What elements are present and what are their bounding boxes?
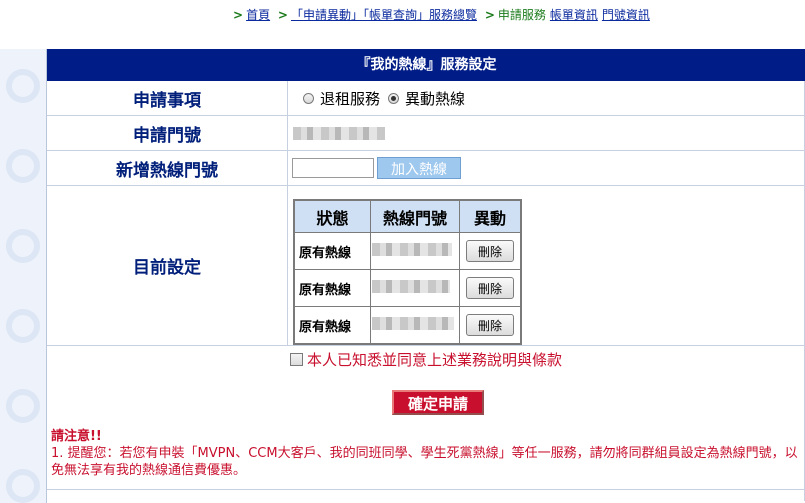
- delete-hotline-button[interactable]: 刪除: [466, 277, 514, 299]
- breadcrumb: > 首頁 > 「申請異動」「帳單查詢」服務總覽 > 申請服務 帳單資訊 門號資訊: [233, 6, 654, 24]
- breadcrumb-service-overview-link[interactable]: 「申請異動」「帳單查詢」服務總覽: [291, 8, 477, 22]
- agree-terms[interactable]: 本人已知悉並同意上述業務說明與條款: [47, 349, 805, 370]
- side-decoration: [0, 49, 47, 503]
- logo-watermark-icon: [6, 229, 40, 263]
- table-row: 原有熱線 刪除: [295, 307, 520, 343]
- breadcrumb-number-info-link[interactable]: 門號資訊: [602, 8, 650, 22]
- current-setting-row: 目前設定 狀態 熱線門號 異動 原有熱線 刪除 原有熱線 刪除 原有熱線 刪除: [47, 186, 805, 346]
- table-row: 原有熱線 刪除: [295, 233, 520, 269]
- delete-hotline-button[interactable]: 刪除: [466, 314, 514, 336]
- hotline-number-input[interactable]: [292, 158, 374, 178]
- logo-watermark-icon: [6, 469, 40, 503]
- logo-watermark-icon: [6, 309, 40, 343]
- apply-number-row: 申請門號: [47, 116, 805, 151]
- submit-application-button[interactable]: 確定申請: [392, 390, 484, 415]
- hotline-status: 原有熱線: [295, 270, 370, 306]
- agree-terms-text: 本人已知悉並同意上述業務說明與條款: [306, 351, 562, 369]
- form-title: 『我的熱線』服務設定: [47, 49, 805, 81]
- radio-button-selected-icon[interactable]: [388, 92, 400, 104]
- hotline-settings-form: 『我的熱線』服務設定 申請事項 退租服務 異動熱線 申請門號 新增熱線門號 加入…: [46, 49, 805, 503]
- logo-watermark-icon: [6, 389, 40, 423]
- logo-watermark-icon: [6, 69, 40, 103]
- radio-terminate-service[interactable]: 退租服務: [303, 88, 380, 109]
- checkbox-icon[interactable]: [289, 353, 303, 366]
- notice-title: 請注意!!: [51, 429, 102, 444]
- breadcrumb-current: 申請服務: [497, 8, 546, 22]
- apply-number-label: 申請門號: [47, 116, 288, 150]
- table-header-action: 異動: [460, 201, 520, 232]
- table-header-hotline-number: 熱線門號: [371, 201, 459, 232]
- radio-change-hotline[interactable]: 異動熱線: [388, 88, 465, 109]
- add-hotline-button[interactable]: 加入熱線: [377, 157, 461, 179]
- add-hotline-row: 新增熱線門號 加入熱線: [47, 151, 805, 186]
- table-row: 原有熱線 刪除: [295, 270, 520, 306]
- chevron-right-icon: >: [277, 8, 288, 22]
- current-setting-label: 目前設定: [47, 186, 288, 345]
- add-hotline-label: 新增熱線門號: [47, 151, 288, 185]
- notice-box: 請注意!! 1. 提醒您：若您有申裝「MVPN、CCM大客戶、我的同班同學、學生…: [51, 428, 801, 479]
- hotline-status: 原有熱線: [295, 307, 370, 343]
- hotline-status: 原有熱線: [295, 233, 370, 269]
- redacted-phone-number: [372, 279, 450, 293]
- radio-button-icon[interactable]: [303, 92, 314, 104]
- delete-hotline-button[interactable]: 刪除: [466, 240, 514, 262]
- notice-text: 1. 提醒您：若您有申裝「MVPN、CCM大客戶、我的同班同學、學生死黨熱線」等…: [51, 446, 798, 478]
- apply-item-label: 申請事項: [47, 81, 288, 115]
- hotline-table: 狀態 熱線門號 異動 原有熱線 刪除 原有熱線 刪除 原有熱線 刪除: [293, 199, 522, 345]
- redacted-phone-number: [293, 126, 385, 140]
- logo-watermark-icon: [6, 149, 40, 183]
- apply-item-row: 申請事項 退租服務 異動熱線: [47, 81, 805, 116]
- breadcrumb-bill-info-link[interactable]: 帳單資訊: [550, 8, 598, 22]
- chevron-right-icon: >: [233, 8, 244, 22]
- table-header-status: 狀態: [295, 201, 370, 232]
- breadcrumb-home-link[interactable]: 首頁: [246, 8, 270, 22]
- chevron-right-icon: >: [484, 8, 495, 22]
- redacted-phone-number: [372, 242, 452, 256]
- redacted-phone-number: [372, 316, 454, 330]
